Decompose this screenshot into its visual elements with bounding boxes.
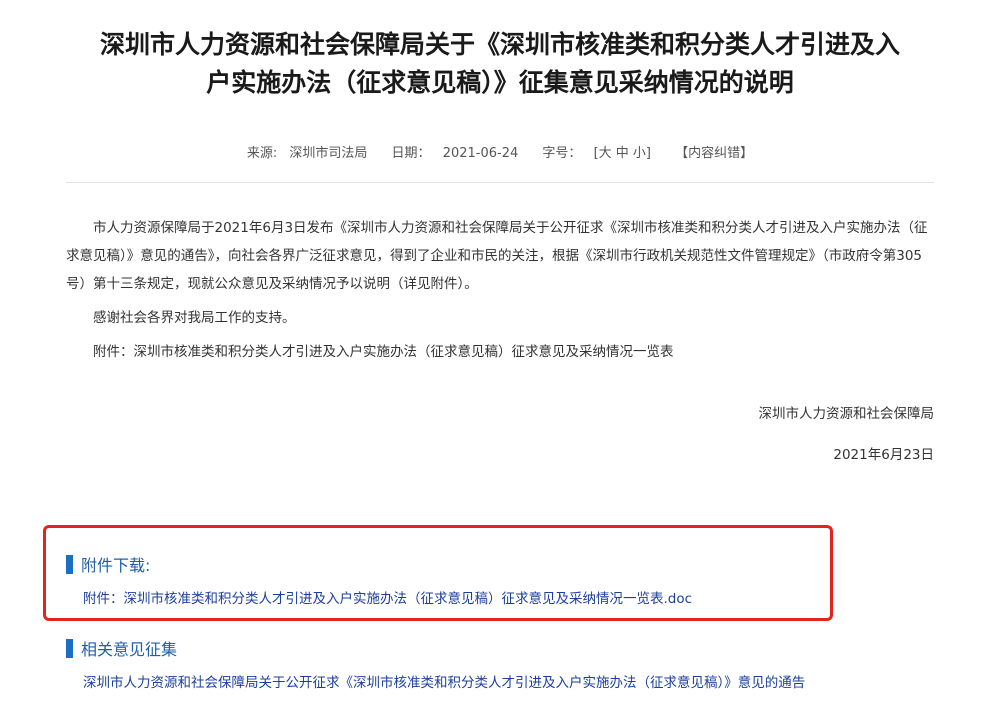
article-meta: 来源: 深圳市司法局 日期： 2021-06-24 字号： [大 中 小] 【内… (0, 142, 1000, 161)
signature-org: 深圳市人力资源和社会保障局 (758, 406, 935, 422)
title-line-2: 户实施办法（征求意见稿）》征集意见采纳情况的说明 (206, 68, 794, 97)
date-label: 日期： (391, 146, 431, 161)
downloads-heading: 附件下载: (66, 552, 150, 576)
related-notice-link[interactable]: 深圳市人力资源和社会保障局关于公开征求《深圳市核准类和积分类人才引进及入户实施办… (83, 671, 805, 691)
related-heading-label: 相关意见征集 (81, 640, 178, 659)
signature-date: 2021年6月23日 (833, 447, 934, 463)
body-paragraph-2: 感谢社会各界对我局工作的支持。 (93, 310, 296, 326)
body-paragraph-1: 市人力资源保障局于2021年6月3日发布《深圳市人力资源和社会保障局关于公开征求… (66, 220, 928, 292)
header-divider (66, 182, 934, 183)
attachment-download-link[interactable]: 附件：深圳市核准类和积分类人才引进及入户实施办法（征求意见稿）征求意见及采纳情况… (83, 587, 692, 607)
attachment-note: 附件：深圳市核准类和积分类人才引进及入户实施办法（征求意见稿）征求意见及采纳情况… (93, 344, 674, 360)
font-size-label: 字号： (542, 146, 582, 161)
related-heading: 相关意见征集 (66, 636, 177, 660)
page-title: 深圳市人力资源和社会保障局关于《深圳市核准类和积分类人才引进及入 户实施办法（征… (40, 26, 960, 102)
article-body: 市人力资源保障局于2021年6月3日发布《深圳市人力资源和社会保障局关于公开征求… (66, 214, 934, 366)
section-marker-icon (66, 638, 73, 658)
date-value: 2021-06-24 (442, 146, 519, 161)
section-marker-icon (66, 554, 73, 574)
downloads-heading-label: 附件下载: (81, 556, 151, 575)
font-size-options[interactable]: [大 中 小] (594, 146, 651, 161)
title-line-1: 深圳市人力资源和社会保障局关于《深圳市核准类和积分类人才引进及入 (99, 30, 900, 59)
content-correction-link[interactable]: 【内容纠错】 (675, 146, 753, 161)
source-label: 来源: (246, 146, 278, 161)
source-value: 深圳市司法局 (289, 146, 368, 161)
